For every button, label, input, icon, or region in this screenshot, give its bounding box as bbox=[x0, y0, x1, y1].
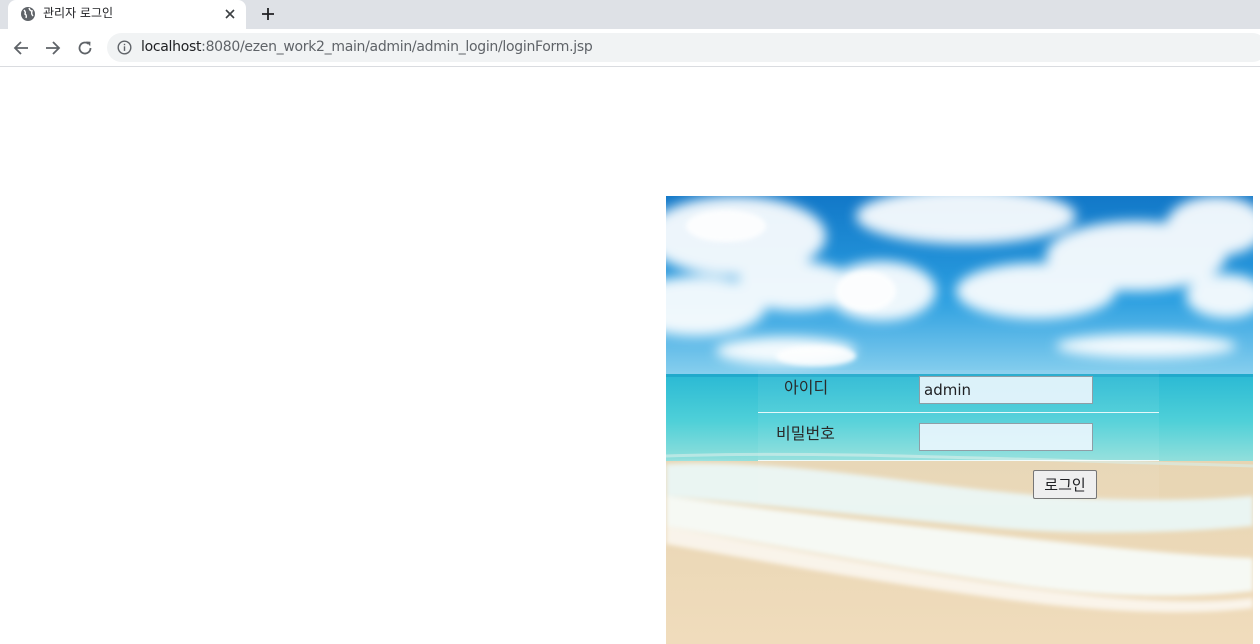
row-divider bbox=[758, 412, 1159, 413]
browser-window: 관리자 로그인 localhost:8080/ezen_work2_main/a… bbox=[0, 0, 1260, 644]
id-input[interactable] bbox=[919, 376, 1093, 404]
browser-toolbar: localhost:8080/ezen_work2_main/admin/adm… bbox=[0, 29, 1260, 67]
tab-title: 관리자 로그인 bbox=[43, 6, 114, 20]
back-arrow-icon[interactable] bbox=[10, 37, 32, 59]
tab-admin-login[interactable]: 관리자 로그인 bbox=[8, 0, 246, 29]
forward-arrow-icon[interactable] bbox=[42, 37, 64, 59]
password-input[interactable] bbox=[919, 423, 1093, 451]
row-divider bbox=[758, 460, 1159, 461]
login-form: 아이디 비밀번호 로그인 bbox=[758, 370, 1159, 505]
plus-icon[interactable] bbox=[258, 4, 278, 24]
login-button[interactable]: 로그인 bbox=[1033, 470, 1097, 499]
id-label: 아이디 bbox=[784, 378, 829, 397]
close-icon[interactable] bbox=[222, 6, 238, 22]
page-content: 아이디 비밀번호 로그인 bbox=[0, 67, 1260, 644]
url-path: :8080/ezen_work2_main/admin/admin_login/… bbox=[201, 39, 593, 55]
beach-background-image: 아이디 비밀번호 로그인 bbox=[666, 196, 1253, 644]
url-host: localhost bbox=[141, 39, 202, 55]
globe-icon bbox=[20, 6, 36, 22]
tab-strip: 관리자 로그인 bbox=[0, 0, 1260, 29]
url-text: localhost:8080/ezen_work2_main/admin/adm… bbox=[141, 39, 593, 56]
password-label: 비밀번호 bbox=[776, 424, 835, 443]
info-icon[interactable] bbox=[117, 40, 132, 55]
address-bar[interactable]: localhost:8080/ezen_work2_main/admin/adm… bbox=[107, 33, 1260, 62]
reload-icon[interactable] bbox=[74, 37, 96, 59]
